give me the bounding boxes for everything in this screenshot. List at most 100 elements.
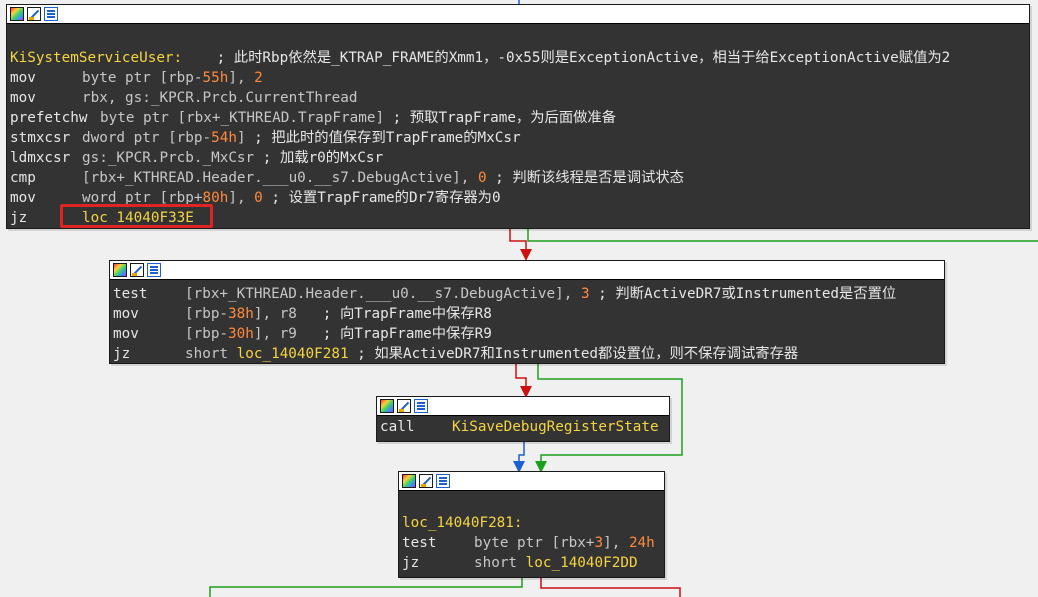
palette-icon[interactable] [380,399,394,413]
asm-line[interactable]: cmp [rbx+_KTHREAD.Header.___u0.__s7.Debug… [10,168,1029,188]
operand-text: byte ptr [rbx+_KTHREAD.TrapFrame] [100,110,393,126]
call-target-link[interactable]: KiSaveDebugRegisterState [452,419,659,435]
operand-text [10,28,1029,48]
graph-layout-icon[interactable] [147,263,161,277]
operand-text [182,50,216,66]
jump-target-link[interactable]: loc_14040F281 [237,346,349,362]
operand-text: 0 [477,170,487,186]
palette-icon[interactable] [402,474,416,488]
operand-text: 0 [254,190,263,206]
operand-text: 30h [228,326,254,342]
edge-node1-node2 [509,229,532,261]
mnemonic: mov [113,306,139,322]
operand-text: [rbx+_KTHREAD.Header.___u0.__s7.DebugAct… [82,170,478,186]
operand-text: 3 [580,286,590,302]
node-header [110,261,944,280]
operand-text: dword ptr [rbp- [82,130,212,146]
operand-text: gs:_KPCR.Prcb._MxCsr [82,150,263,166]
mnemonic: call [380,419,415,435]
asm-line[interactable]: jz short loc_14040F2DD [402,553,664,573]
edge-node3-node4 [513,442,525,473]
highlight-annotation-box [60,204,213,228]
mnemonic: mov [10,90,36,106]
asm-line[interactable]: ldmxcsr gs:_KPCR.Prcb._MxCsr ; 加载r0的MxCsr [10,148,1029,168]
node-header [377,397,669,416]
operand-text: short [185,346,237,362]
asm-line[interactable]: mov [rbp-30h], r9 ; 向TrapFrame中保存R9 [113,324,944,344]
comment: ; 此时Rbp依然是_KTRAP_FRAME的Xmm1，-0x55则是Excep… [216,50,951,66]
operand-text: ], [228,190,255,206]
palette-icon[interactable] [10,7,24,21]
node-header [7,5,1029,24]
mnemonic: mov [113,326,139,342]
code-label: loc_14040F281: [402,515,523,531]
asm-line[interactable]: test byte ptr [rbx+3], 24h [402,533,664,553]
node-header [399,472,664,491]
mnemonic: ldmxcsr [10,150,71,166]
operand-text: ], r9 [253,326,323,342]
operand-text: 3 [594,535,604,551]
operand-text: [rbx+_KTHREAD.Header.___u0.__s7.DebugAct… [185,286,581,302]
operand-text: [rbp- [185,306,229,322]
operand-text: byte ptr [rbx+ [474,535,595,551]
code-block-debugactive-test[interactable]: test [rbx+_KTHREAD.Header.___u0.__s7.Debu… [109,260,945,364]
code-block-call-savedebug[interactable]: call KiSaveDebugRegisterState [376,396,670,442]
edit-node-icon[interactable] [419,474,433,488]
operand-text: ], r8 [253,306,323,322]
edge-node4-red [540,578,681,597]
operand-text: 54h [211,130,237,146]
asm-line[interactable]: stmxcsr dword ptr [rbp-54h] ; 把此时的值保存到Tra… [10,128,1029,148]
comment: ; 加载r0的MxCsr [262,150,384,166]
operand-text: 2 [254,70,263,86]
comment: ; 向TrapFrame中保存R9 [322,326,492,342]
asm-line[interactable]: mov rbx, gs:_KPCR.Prcb.CurrentThread [10,88,1029,108]
edit-node-icon[interactable] [397,399,411,413]
operand-text: rbx, gs:_KPCR.Prcb.CurrentThread [82,90,358,106]
mnemonic: jz [113,346,131,362]
comment: ; 判断该线程是否是调试状态 [486,170,684,186]
asm-line[interactable]: jz short loc_14040F281 ; 如果ActiveDR7和Inst… [113,344,944,364]
operand-text: ], [228,70,255,86]
edit-node-icon[interactable] [27,7,41,21]
asm-line[interactable]: mov byte ptr [rbp-55h], 2 [10,68,1029,88]
mnemonic: test [402,535,437,551]
operand-text: byte ptr [rbp- [82,70,203,86]
asm-line[interactable]: test [rbx+_KTHREAD.Header.___u0.__s7.Debu… [113,284,944,304]
asm-line[interactable]: mov [rbp-38h], r8 ; 向TrapFrame中保存R8 [113,304,944,324]
mnemonic: stmxcsr [10,130,71,146]
graph-layout-icon[interactable] [414,399,428,413]
edge-node4-green [209,578,523,597]
operand-text: [rbp- [185,326,229,342]
code-block-loc-14040f281[interactable]: loc_14040F281: test byte ptr [rbx+3], 24h… [398,471,665,578]
edge-node2-node3 [515,364,532,398]
comment: ; 如果ActiveDR7和Instrumented都设置位，则不保存调试寄存器 [348,346,799,362]
comment: ; 预取TrapFrame，为后面做准备 [392,110,617,126]
graph-layout-icon[interactable] [436,474,450,488]
operand-text: ], [603,535,629,551]
comment: ; 设置TrapFrame的Dr7寄存器为0 [262,190,501,206]
code-label: KiSystemServiceUser: [10,50,183,66]
mnemonic: cmp [10,170,36,186]
mnemonic: test [113,286,148,302]
operand-text: short [474,555,526,571]
mnemonic: prefetchw [10,110,88,126]
operand-text [402,493,664,513]
edit-node-icon[interactable] [130,263,144,277]
code-block-kisystemserviceuser[interactable]: KiSystemServiceUser: ; 此时Rbp依然是_KTRAP_FR… [6,4,1030,229]
comment: ; 向TrapFrame中保存R8 [322,306,492,322]
comment: ; 判断ActiveDR7或Instrumented是否置位 [589,286,897,302]
operand-text: 38h [228,306,254,322]
operand-text: ] [236,130,255,146]
asm-line[interactable]: KiSystemServiceUser: ; 此时Rbp依然是_KTRAP_FR… [10,48,1029,68]
asm-line[interactable]: loc_14040F281: [402,513,664,533]
mnemonic: jz [402,555,420,571]
jump-target-link[interactable]: loc_14040F2DD [526,555,638,571]
asm-line[interactable]: call KiSaveDebugRegisterState [380,417,669,437]
mnemonic: mov [10,70,36,86]
operand-text: 55h [202,70,229,86]
operand-text: 24h [628,535,655,551]
graph-layout-icon[interactable] [44,7,58,21]
asm-line[interactable]: prefetchw byte ptr [rbx+_KTHREAD.TrapFram… [10,108,1029,128]
palette-icon[interactable] [113,263,127,277]
comment: ; 把此时的值保存到TrapFrame的MxCsr [254,130,521,146]
